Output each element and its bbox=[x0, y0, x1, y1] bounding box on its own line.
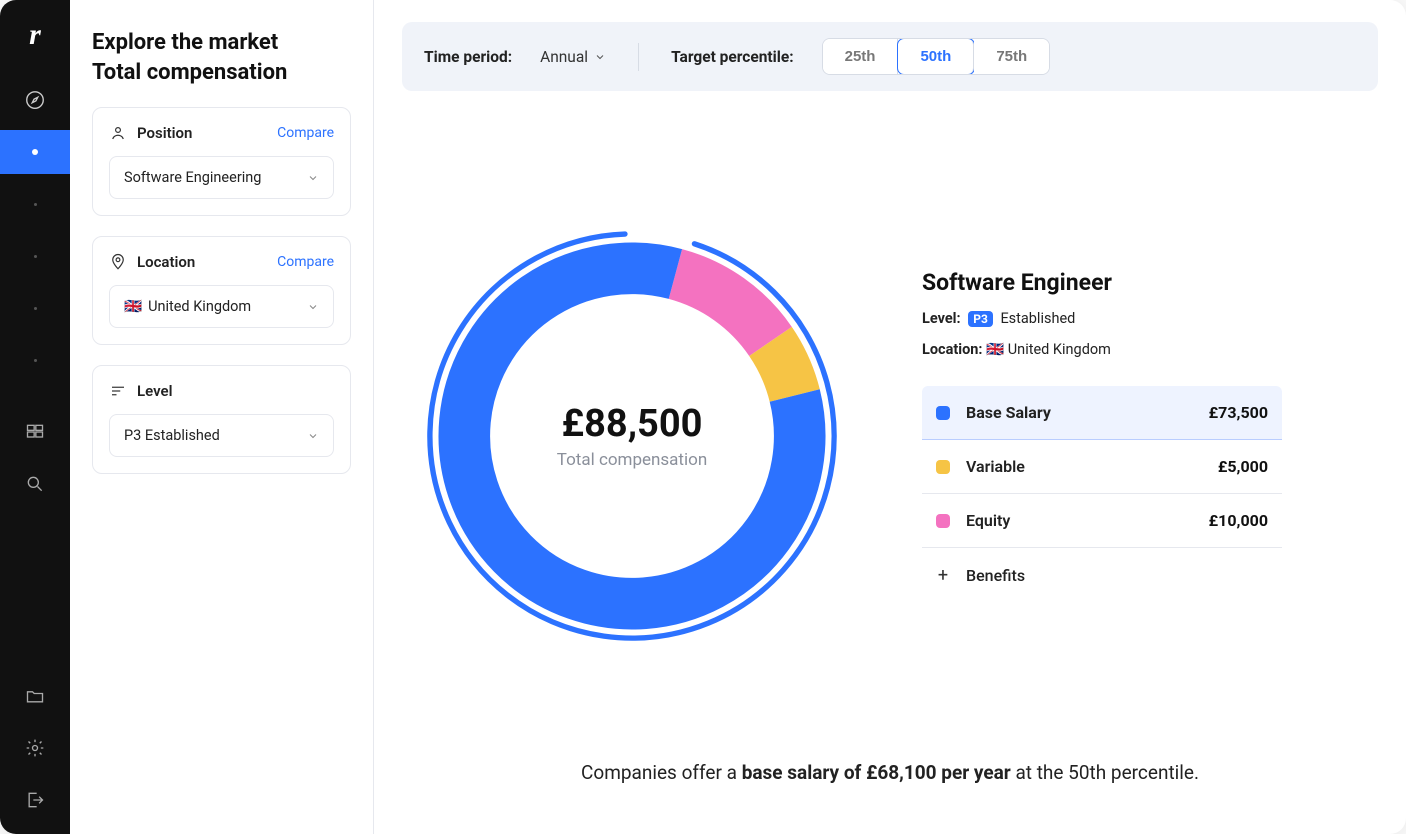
nav-settings[interactable] bbox=[0, 726, 70, 770]
percentile-50-button[interactable]: 50th bbox=[898, 39, 974, 74]
location-select[interactable]: 🇬🇧United Kingdom bbox=[109, 285, 334, 328]
percentile-segment: 25th 50th 75th bbox=[822, 38, 1051, 75]
nav-logout[interactable] bbox=[0, 778, 70, 822]
summary-caption: Companies offer a base salary of £68,100… bbox=[402, 741, 1378, 794]
nav-item-5[interactable] bbox=[0, 286, 70, 330]
breakdown-equity[interactable]: Equity £10,000 bbox=[922, 494, 1282, 548]
position-card: Position Compare Software Engineering bbox=[92, 107, 351, 216]
level-icon bbox=[109, 382, 127, 400]
swatch-variable bbox=[936, 460, 950, 474]
position-label: Position bbox=[109, 124, 192, 142]
chart-row: £88,500 Total compensation Software Engi… bbox=[402, 91, 1378, 741]
level-select[interactable]: P3 Established bbox=[109, 414, 334, 457]
nav-folder[interactable] bbox=[0, 674, 70, 718]
search-icon bbox=[25, 474, 45, 494]
percentile-75-button[interactable]: 75th bbox=[974, 39, 1049, 74]
nav-grid[interactable] bbox=[0, 410, 70, 454]
percentile-25-button[interactable]: 25th bbox=[823, 39, 899, 74]
details-panel: Software Engineer Level: P3 Established … bbox=[922, 269, 1282, 603]
nav-item-4[interactable] bbox=[0, 234, 70, 278]
time-period-label: Time period: bbox=[424, 48, 512, 66]
chevron-down-icon bbox=[307, 172, 319, 184]
filters-sidebar: Explore the market Total compensation Po… bbox=[70, 0, 374, 834]
uk-flag-icon: 🇬🇧 bbox=[124, 298, 142, 315]
nav-rail: r bbox=[0, 0, 70, 834]
folder-icon bbox=[25, 686, 45, 706]
breakdown-base[interactable]: Base Salary £73,500 bbox=[922, 386, 1282, 440]
chevron-down-icon bbox=[307, 430, 319, 442]
main-content: Time period: Annual Target percentile: 2… bbox=[374, 0, 1406, 834]
logo: r bbox=[29, 18, 41, 52]
location-card: Location Compare 🇬🇧United Kingdom bbox=[92, 236, 351, 345]
nav-explore[interactable] bbox=[0, 78, 70, 122]
pin-icon bbox=[109, 253, 127, 271]
level-badge: P3 bbox=[968, 311, 993, 327]
time-period-select[interactable]: Annual bbox=[540, 48, 606, 66]
grid-icon bbox=[25, 422, 45, 442]
percentile-label: Target percentile: bbox=[671, 48, 794, 66]
nav-current[interactable] bbox=[0, 130, 70, 174]
breakdown-variable[interactable]: Variable £5,000 bbox=[922, 440, 1282, 494]
top-bar: Time period: Annual Target percentile: 2… bbox=[402, 22, 1378, 91]
compass-icon bbox=[24, 89, 46, 111]
uk-flag-icon: 🇬🇧 bbox=[986, 341, 1004, 358]
donut-chart: £88,500 Total compensation bbox=[402, 206, 862, 666]
total-subtitle: Total compensation bbox=[557, 450, 707, 470]
swatch-base bbox=[936, 406, 950, 420]
nav-search[interactable] bbox=[0, 462, 70, 506]
person-icon bbox=[109, 124, 127, 142]
level-label: Level bbox=[109, 382, 172, 400]
location-label: Location bbox=[109, 253, 195, 271]
chevron-down-icon bbox=[307, 301, 319, 313]
breakdown-list: Base Salary £73,500 Variable £5,000 Equi… bbox=[922, 386, 1282, 603]
chevron-down-icon bbox=[594, 51, 606, 63]
level-meta: Level: P3 Established bbox=[922, 310, 1282, 327]
page-title: Explore the market Total compensation bbox=[92, 28, 351, 87]
location-meta: Location: 🇬🇧 United Kingdom bbox=[922, 341, 1282, 358]
position-select[interactable]: Software Engineering bbox=[109, 156, 334, 199]
app-root: r Explore the market Total compensation bbox=[0, 0, 1406, 834]
level-card: Level P3 Established bbox=[92, 365, 351, 474]
nav-item-3[interactable] bbox=[0, 182, 70, 226]
swatch-equity bbox=[936, 514, 950, 528]
donut-center: £88,500 Total compensation bbox=[557, 402, 707, 470]
plus-icon: + bbox=[936, 565, 950, 586]
location-compare-link[interactable]: Compare bbox=[277, 254, 334, 270]
divider bbox=[638, 43, 639, 71]
role-title: Software Engineer bbox=[922, 269, 1282, 296]
position-compare-link[interactable]: Compare bbox=[277, 125, 334, 141]
nav-item-6[interactable] bbox=[0, 338, 70, 382]
breakdown-benefits[interactable]: + Benefits bbox=[922, 548, 1282, 603]
logout-icon bbox=[25, 790, 45, 810]
gear-icon bbox=[25, 738, 45, 758]
total-amount: £88,500 bbox=[557, 402, 707, 446]
